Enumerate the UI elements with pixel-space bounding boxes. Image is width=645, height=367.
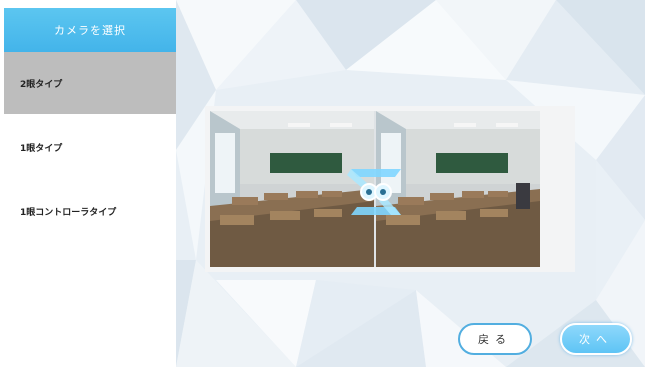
main-area: 戻る 次へ bbox=[176, 0, 645, 367]
sidebar-item-1-lens[interactable]: 1眼タイプ bbox=[4, 116, 176, 178]
sidebar-header: カメラを選択 bbox=[4, 8, 176, 52]
back-button[interactable]: 戻る bbox=[458, 323, 532, 355]
sidebar-item-2-lens[interactable]: 2眼タイプ bbox=[4, 52, 176, 114]
sidebar: カメラを選択 2眼タイプ 1眼タイプ 1眼コントローラタイプ bbox=[0, 0, 176, 367]
camera-swap-icon bbox=[347, 169, 401, 215]
classroom-stereo-preview bbox=[210, 111, 570, 267]
camera-select-screen: カメラを選択 2眼タイプ 1眼タイプ 1眼コントローラタイプ 戻る 次へ bbox=[0, 0, 645, 367]
sidebar-item-1-lens-controller[interactable]: 1眼コントローラタイプ bbox=[4, 180, 176, 242]
next-button[interactable]: 次へ bbox=[560, 323, 632, 355]
camera-preview bbox=[205, 106, 575, 272]
